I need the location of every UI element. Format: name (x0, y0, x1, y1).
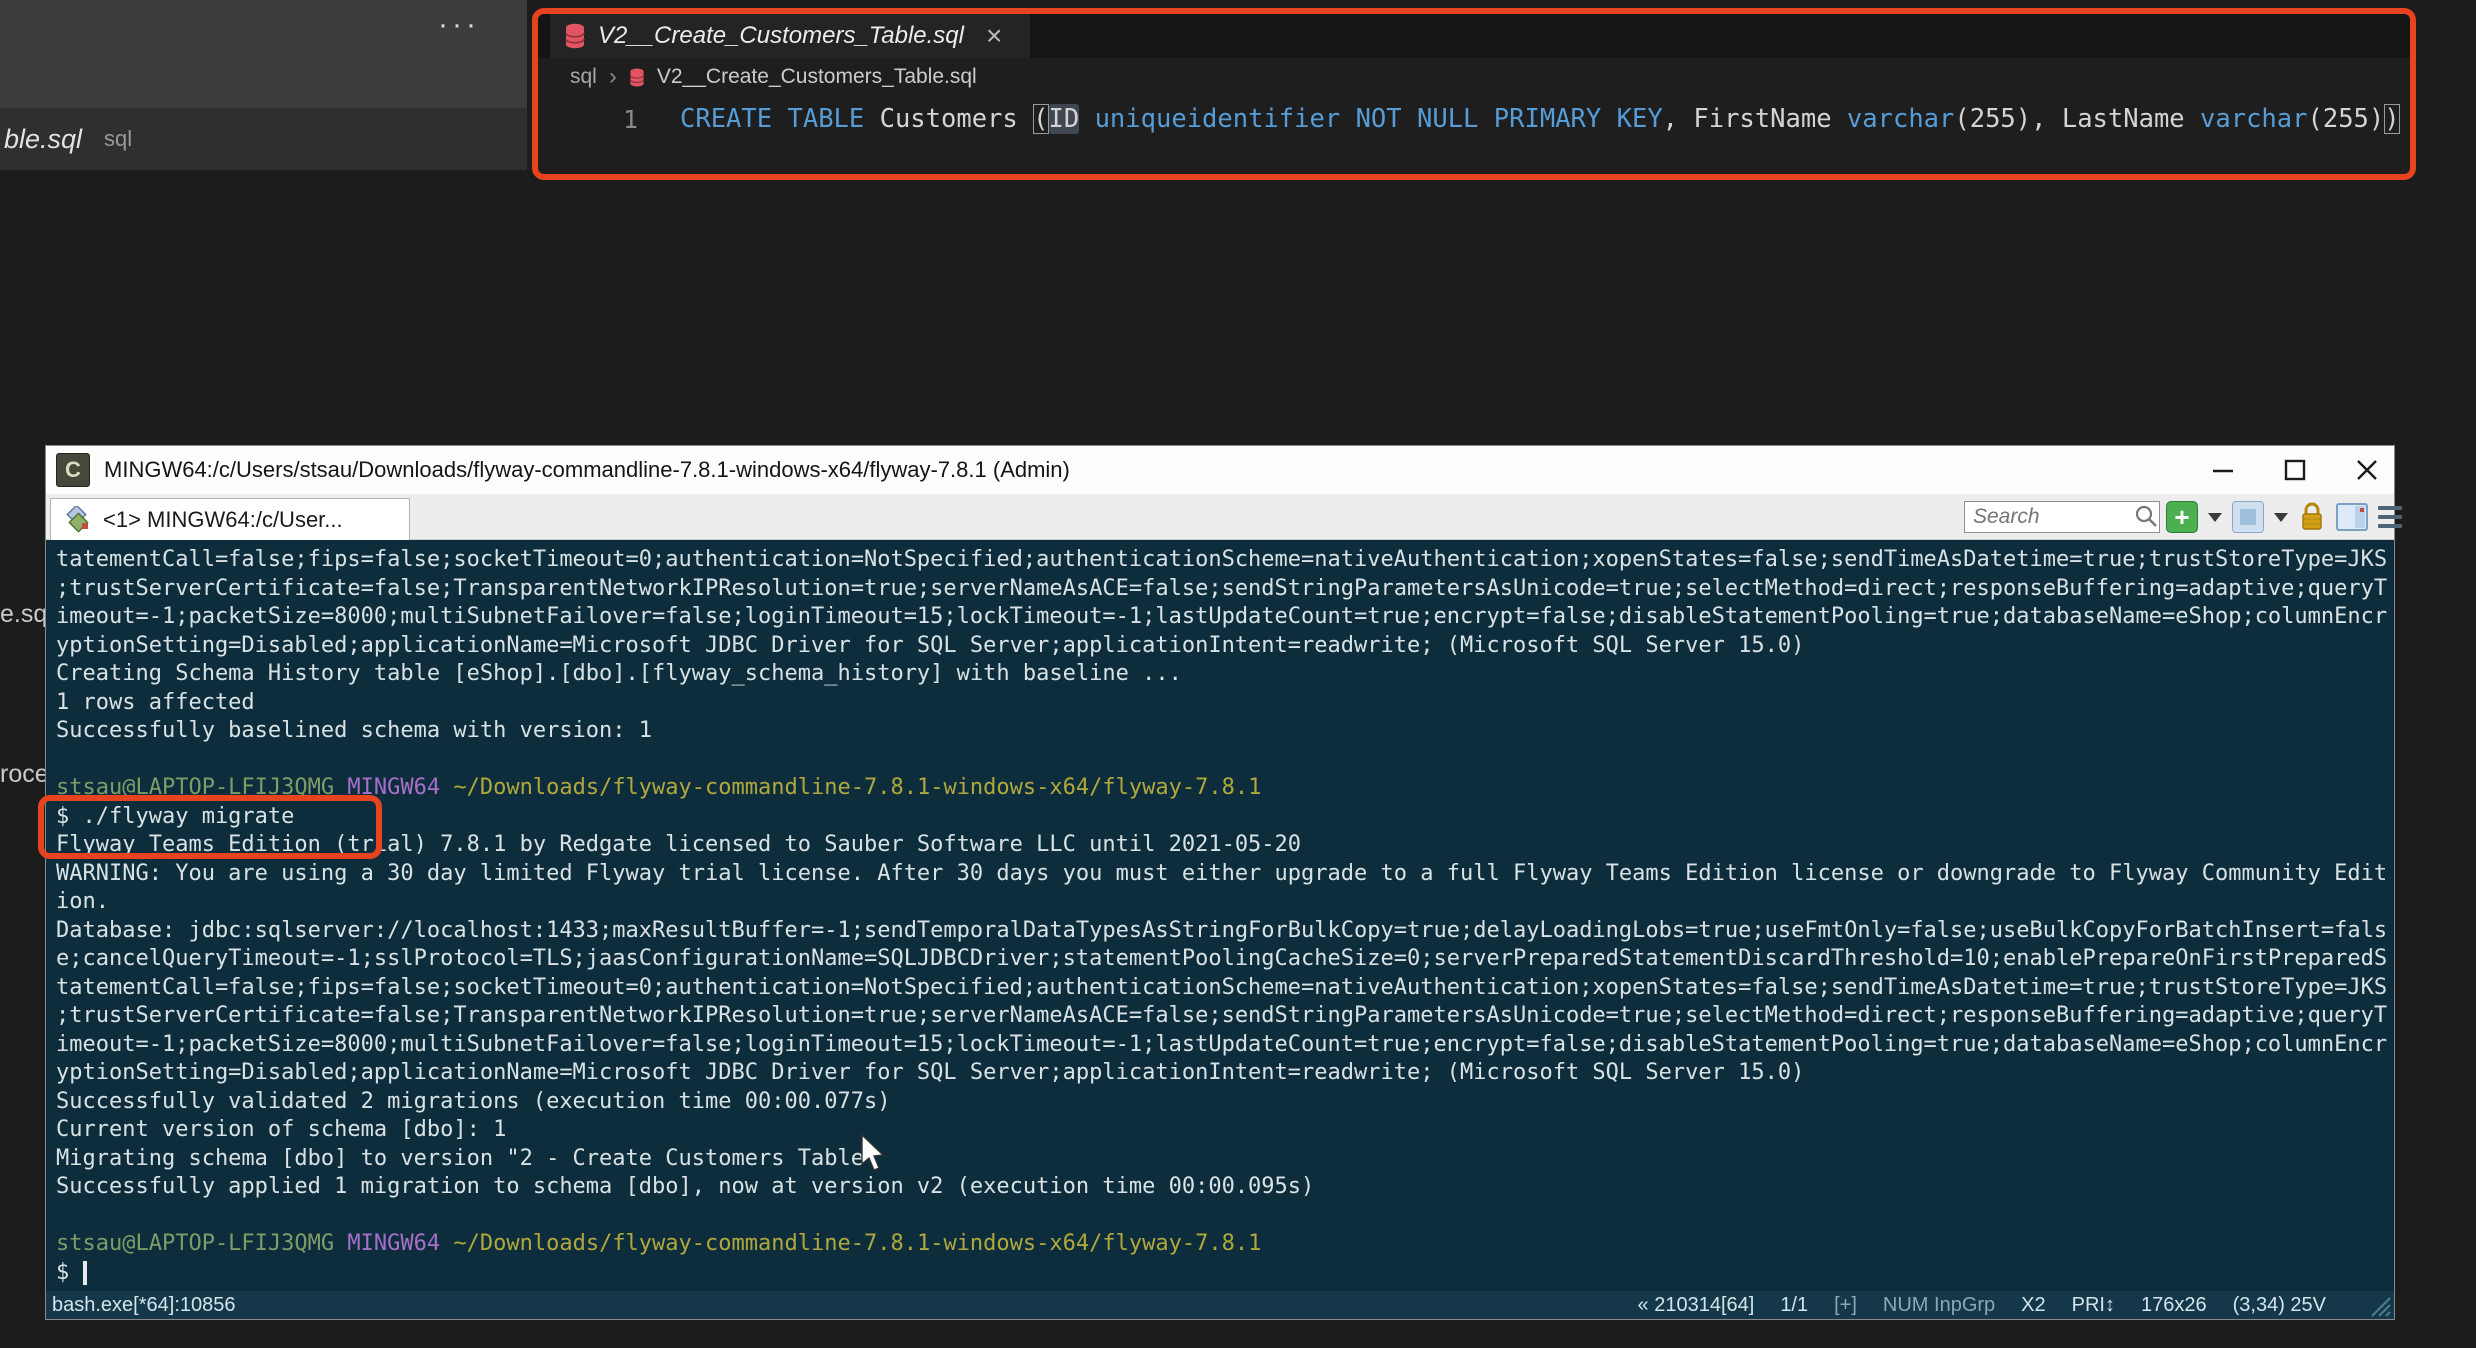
msys-icon (66, 505, 89, 533)
sidebar-panel-icon[interactable] (2336, 502, 2368, 532)
terminal-line: $ (56, 1259, 2394, 1288)
terminal-line: tatementCall=false;fips=false;socketTime… (56, 974, 2388, 1000)
mintty-terminal-window: C MINGW64:/c/Users/stsau/Downloads/flywa… (45, 445, 2402, 1320)
status-priority: PRI↕ (2071, 1293, 2115, 1316)
status-x2: X2 (2021, 1293, 2046, 1316)
breadcrumb-separator: › (608, 63, 617, 90)
terminal-line: tatementCall=false;fips=false;socketTime… (56, 547, 2388, 572)
vscode-editor-annotated-region: V2__Create_Customers_Table.sql × sql › V… (532, 8, 2416, 180)
terminal-line: Successfully validated 2 migrations (exe… (56, 1088, 891, 1114)
terminal-line: $ ./flyway migrate (56, 803, 295, 829)
flyway-migrate-annotation-box (38, 795, 382, 859)
terminal-output[interactable]: tatementCall=false;fips=false;socketTime… (46, 540, 2394, 1293)
screenshot-stage: ··· ble.sql sql e.sq roce V2__Create_Cus… (0, 0, 2476, 1348)
terminal-line: WARNING: You are using a 30 day limited … (56, 860, 2388, 886)
status-cursor-position: (3,34) 25V (2232, 1293, 2326, 1316)
breadcrumb: sql › V2__Create_Customers_Table.sql (538, 58, 2410, 96)
editor-actions-ellipsis[interactable]: ··· (438, 8, 480, 42)
resize-grip[interactable] (2366, 1294, 2392, 1318)
window-mode-button[interactable] (2232, 501, 2264, 533)
status-console-id: « 210314[64] (1637, 1293, 1755, 1316)
background-tab-language-label: sql (104, 126, 133, 151)
terminal-line: Migrating schema [dbo] to version "2 - C… (56, 1145, 878, 1171)
menu-hamburger-icon[interactable] (2378, 506, 2402, 528)
terminal-line: Successfully baselined schema with versi… (56, 718, 653, 743)
background-tab-strip: ble.sql sql (0, 108, 527, 170)
terminal-line: Flyway Teams Edition (trial) 7.8.1 by Re… (56, 832, 1302, 857)
background-text-fragment: roce (0, 760, 49, 788)
terminal-line: ;trustServerCertificate=false;Transparen… (56, 1003, 2388, 1028)
search-icon[interactable] (2133, 504, 2159, 530)
status-console-size: 176x26 (2140, 1293, 2207, 1316)
terminal-line: Database: jdbc:sqlserver://localhost:143… (56, 917, 2388, 943)
code-editor-line[interactable]: 1 CREATE TABLE Customers (ID uniqueident… (538, 96, 2410, 142)
search-box[interactable] (1964, 501, 2160, 533)
status-numlock-inpgrp: NUM InpGrp (1882, 1293, 1996, 1316)
maximize-button[interactable] (2282, 457, 2308, 483)
sql-database-icon (565, 23, 585, 49)
terminal-line: yptionSetting=Disabled;applicationName=M… (56, 632, 1805, 658)
terminal-line: 1 rows affected (56, 689, 255, 715)
terminal-line: imeout=-1;packetSize=8000;multiSubnetFai… (56, 604, 2388, 629)
breadcrumb-folder[interactable]: sql (570, 65, 597, 89)
lock-icon[interactable] (2298, 501, 2326, 533)
terminal-title-bar[interactable]: C MINGW64:/c/Users/stsau/Downloads/flywa… (46, 446, 2394, 494)
background-text-fragment: e.sq (0, 600, 48, 628)
terminal-tab-active[interactable]: <1> MINGW64:/c/User... (50, 498, 410, 540)
status-process: bash.exe[*64]:10856 (52, 1293, 236, 1316)
status-plus-flag: [+] (1834, 1293, 1857, 1316)
terminal-line: Successfully applied 1 migration to sche… (56, 1174, 1315, 1199)
code-line-content: CREATE TABLE Customers (ID uniqueidentif… (680, 104, 2400, 134)
terminal-line: Current version of schema [dbo]: 1 (56, 1117, 507, 1142)
editor-tab-strip: V2__Create_Customers_Table.sql × (538, 14, 2410, 58)
terminal-status-bar: bash.exe[*64]:10856 « 210314[64] 1/1 [+]… (46, 1291, 2394, 1319)
terminal-tab-label: <1> MINGW64:/c/User... (103, 506, 343, 532)
tab-close-icon[interactable]: × (986, 22, 1002, 50)
terminal-line: Creating Schema History table [eShop].[d… (56, 661, 1182, 686)
tab-title: V2__Create_Customers_Table.sql (598, 22, 964, 49)
terminal-line: stsau@LAPTOP-LFIJ3QMG MINGW64 ~/Download… (56, 775, 1262, 800)
terminal-tab-bar: <1> MINGW64:/c/User... + (46, 494, 2402, 540)
status-tab-count: 1/1 (1780, 1293, 1809, 1316)
line-number: 1 (622, 104, 638, 134)
new-console-dropdown-icon[interactable] (2208, 512, 2222, 522)
terminal-window-title: MINGW64:/c/Users/stsau/Downloads/flyway-… (104, 457, 1070, 482)
terminal-line: ion. (56, 889, 109, 914)
close-button[interactable] (2354, 457, 2380, 483)
terminal-line: e;cancelQueryTimeout=-1;sslProtocol=TLS;… (56, 946, 2388, 971)
background-partial-tab[interactable]: ble.sql (4, 124, 82, 155)
terminal-line: ;trustServerCertificate=false;Transparen… (56, 575, 2388, 601)
mouse-cursor (861, 1134, 885, 1171)
terminal-line: yptionSetting=Disabled;applicationName=M… (56, 1060, 1805, 1085)
minimize-button[interactable] (2210, 457, 2236, 483)
new-console-button[interactable]: + (2166, 501, 2198, 533)
window-mode-dropdown-icon[interactable] (2274, 512, 2288, 522)
terminal-app-icon: C (56, 453, 90, 487)
terminal-line: imeout=-1;packetSize=8000;multiSubnetFai… (56, 1031, 2388, 1057)
breadcrumb-file[interactable]: V2__Create_Customers_Table.sql (657, 65, 977, 89)
tab-v2-create-customers-table-sql[interactable]: V2__Create_Customers_Table.sql × (550, 14, 1030, 58)
search-input[interactable] (1965, 502, 2133, 532)
terminal-line: stsau@LAPTOP-LFIJ3QMG MINGW64 ~/Download… (56, 1231, 1262, 1256)
sql-database-icon (629, 68, 644, 86)
